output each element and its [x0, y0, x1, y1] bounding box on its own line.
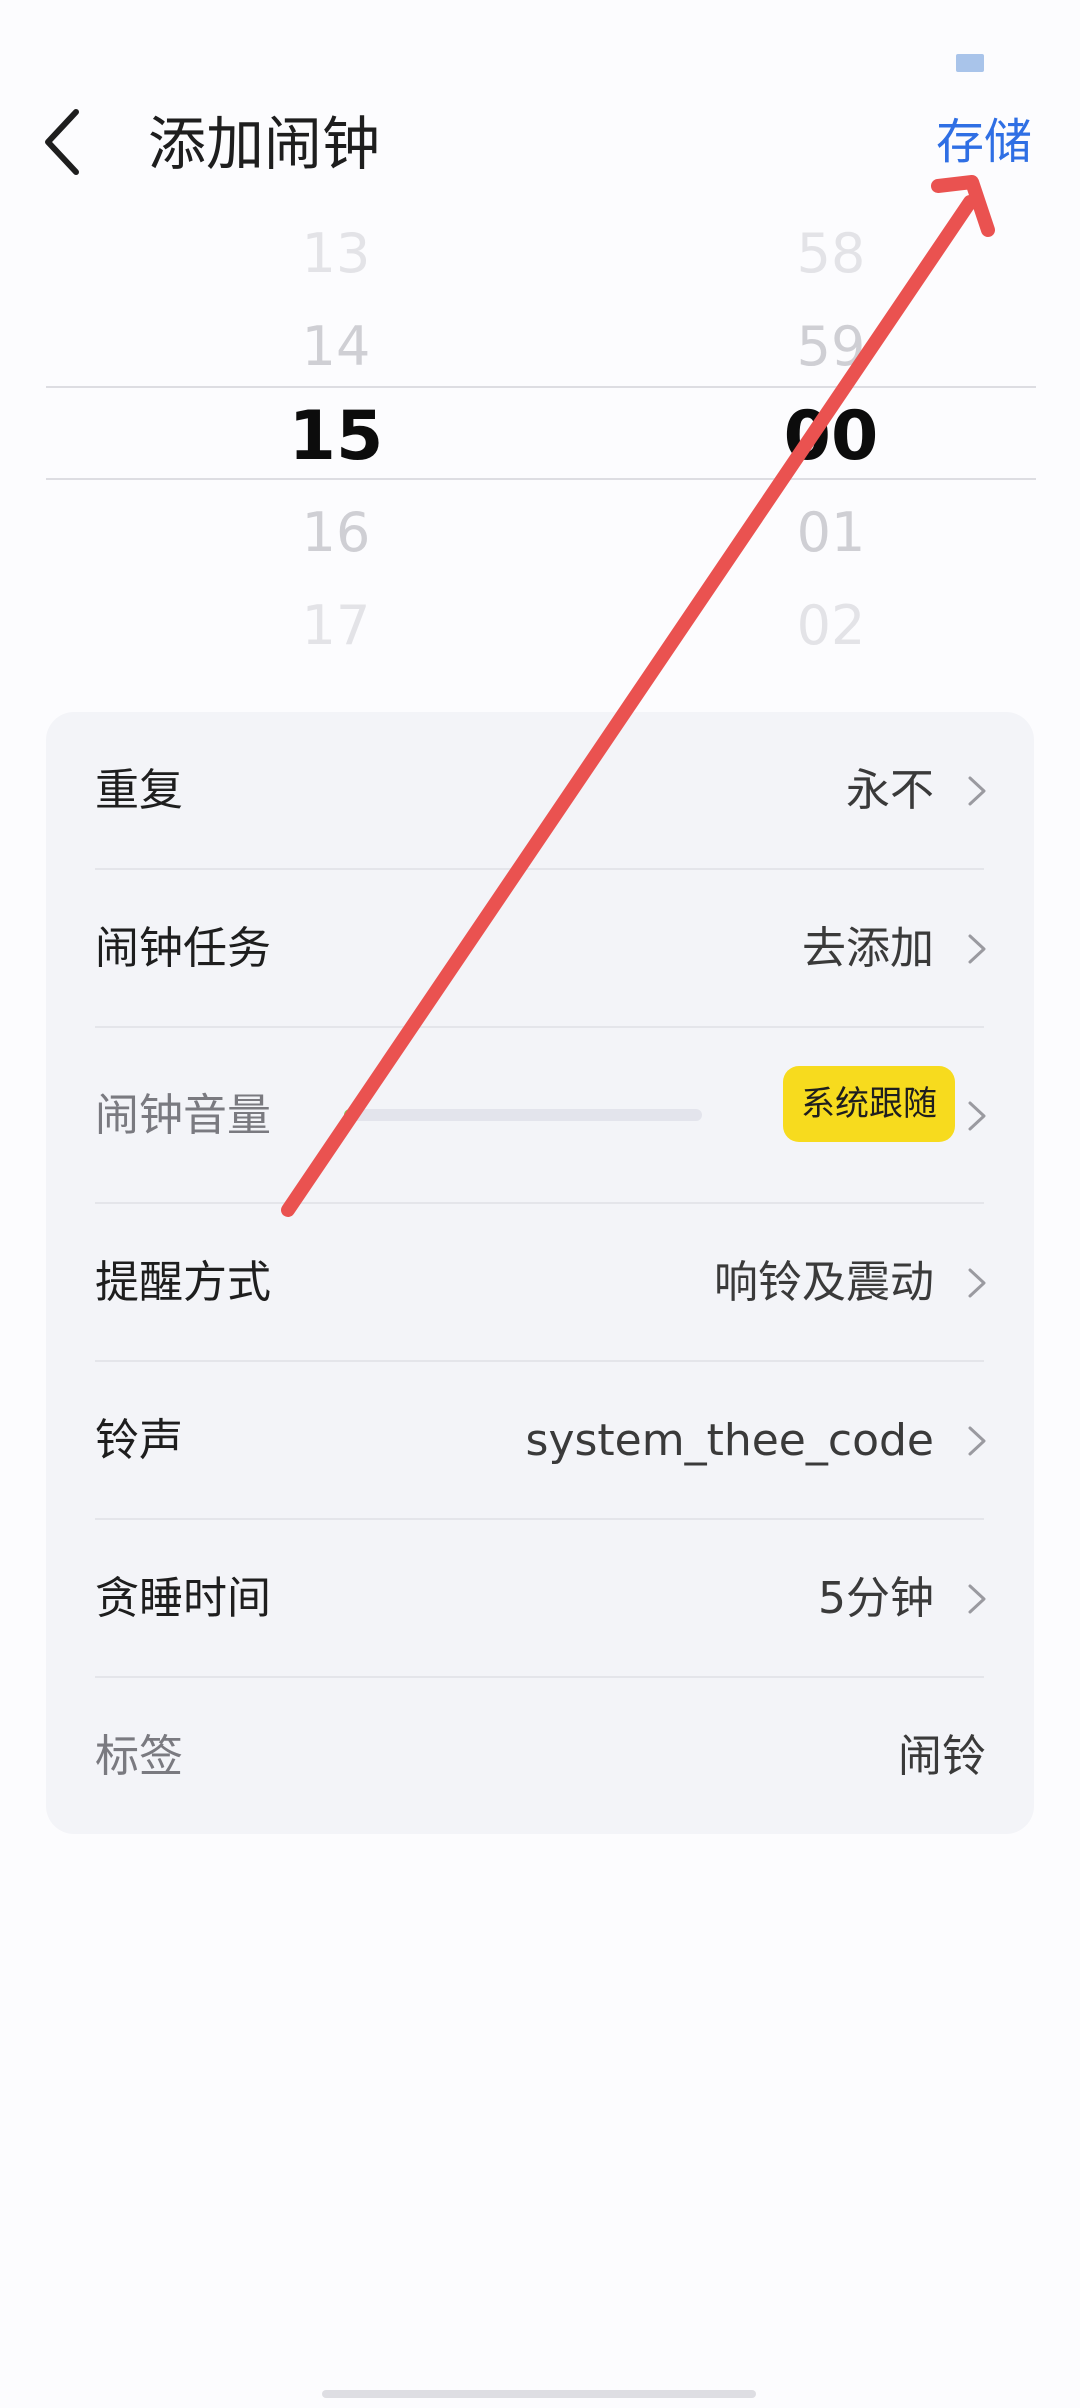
- chevron-right-icon: [968, 1426, 986, 1456]
- reminder-mode-value: 响铃及震动: [714, 1257, 934, 1308]
- ringtone-row[interactable]: 铃声 system_thee_code: [46, 1362, 1034, 1520]
- volume-slider-fill: [344, 1109, 356, 1121]
- alarm-volume-label: 闹钟音量: [95, 1090, 271, 1141]
- repeat-label: 重复: [95, 765, 183, 816]
- hour-option[interactable]: 16: [186, 493, 486, 573]
- save-button[interactable]: 存储: [936, 106, 1032, 178]
- chevron-left-icon: [45, 109, 79, 175]
- reminder-mode-label: 提醒方式: [95, 1257, 271, 1308]
- minute-wheel[interactable]: 58 59 00 01 02: [681, 210, 981, 657]
- reminder-mode-row[interactable]: 提醒方式 响铃及震动: [46, 1204, 1034, 1362]
- hour-option[interactable]: 17: [186, 586, 486, 666]
- minute-option[interactable]: 58: [681, 214, 981, 294]
- page-title: 添加闹钟: [148, 110, 381, 178]
- hour-wheel[interactable]: 13 14 15 16 17: [186, 210, 486, 657]
- alarm-task-label: 闹钟任务: [95, 923, 271, 974]
- alarm-task-row[interactable]: 闹钟任务 去添加: [46, 870, 1034, 1028]
- tag-value: 闹铃: [898, 1731, 986, 1782]
- header: 添加闹钟 存储: [0, 0, 1080, 210]
- chevron-right-icon: [968, 934, 986, 964]
- ringtone-label: 铃声: [95, 1415, 183, 1466]
- chevron-right-icon: [968, 1584, 986, 1614]
- chevron-right-icon: [968, 776, 986, 806]
- repeat-value: 永不: [846, 765, 934, 816]
- chevron-right-icon: [968, 1101, 986, 1131]
- home-indicator: [322, 2390, 756, 2398]
- selected-hour[interactable]: 15: [186, 397, 486, 477]
- selected-minute[interactable]: 00: [681, 397, 981, 477]
- alarm-task-value: 去添加: [802, 923, 934, 974]
- snooze-value: 5分钟: [818, 1573, 934, 1624]
- time-picker[interactable]: 13 14 15 16 17 58 59 00 01 02: [46, 210, 1036, 657]
- tag-row[interactable]: 标签 闹铃: [46, 1678, 1034, 1836]
- hour-option[interactable]: 14: [186, 307, 486, 387]
- back-button[interactable]: [38, 102, 88, 182]
- tag-label: 标签: [95, 1731, 183, 1782]
- volume-slider[interactable]: [344, 1109, 702, 1121]
- system-follow-badge[interactable]: 系统跟随: [783, 1066, 955, 1142]
- repeat-row[interactable]: 重复 永不: [46, 712, 1034, 870]
- settings-card: 重复 永不 闹钟任务 去添加 闹钟音量 系统跟随 提醒方式 响铃及震动 铃声 s…: [46, 712, 1034, 1834]
- chevron-right-icon: [968, 1268, 986, 1298]
- snooze-row[interactable]: 贪睡时间 5分钟: [46, 1520, 1034, 1678]
- ringtone-value: system_thee_code: [525, 1415, 934, 1466]
- minute-option[interactable]: 01: [681, 493, 981, 573]
- snooze-label: 贪睡时间: [95, 1573, 271, 1624]
- minute-option[interactable]: 02: [681, 586, 981, 666]
- hour-option[interactable]: 13: [186, 214, 486, 294]
- minute-option[interactable]: 59: [681, 307, 981, 387]
- alarm-volume-row[interactable]: 闹钟音量 系统跟随: [46, 1028, 1034, 1204]
